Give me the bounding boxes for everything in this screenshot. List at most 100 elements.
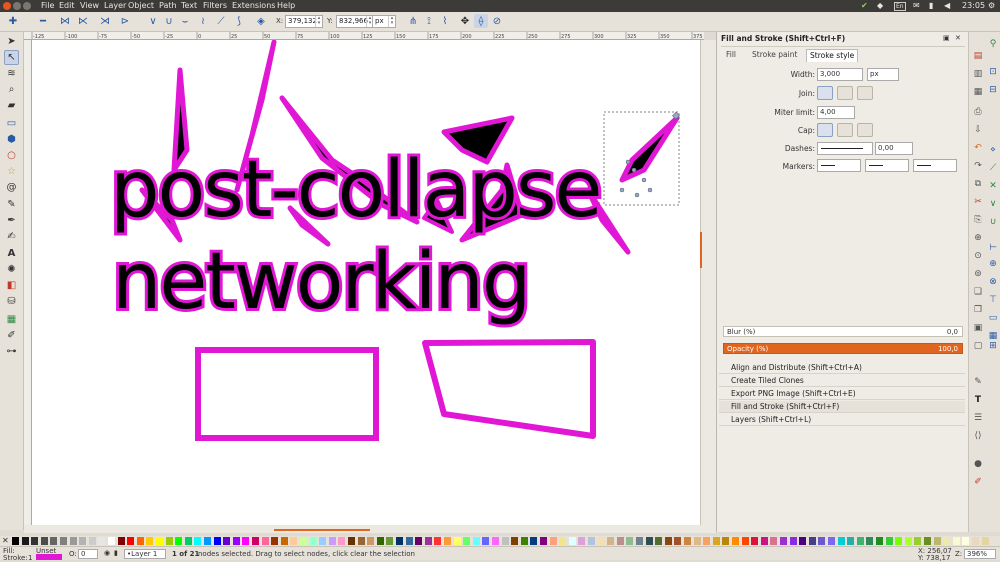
paste-icon[interactable]: ⎘	[972, 214, 984, 226]
snap-smooth-icon[interactable]: ∪	[987, 216, 999, 228]
color-swatch[interactable]	[703, 537, 711, 545]
color-swatch[interactable]	[319, 537, 327, 545]
color-swatch[interactable]	[981, 537, 989, 545]
color-swatch[interactable]	[492, 537, 499, 545]
color-swatch[interactable]	[732, 537, 739, 545]
color-swatch[interactable]	[511, 537, 519, 545]
color-swatch[interactable]	[290, 537, 298, 545]
connector-tool-icon[interactable]: ⊶	[4, 344, 19, 359]
horizontal-scrollbar[interactable]	[24, 525, 716, 533]
segment-line-icon[interactable]: ⟋	[214, 14, 228, 28]
color-swatch[interactable]	[69, 537, 77, 545]
color-swatch[interactable]	[664, 537, 672, 545]
color-swatch[interactable]	[789, 537, 797, 545]
color-swatch[interactable]	[799, 537, 807, 545]
section-fill-stroke[interactable]: Fill and Stroke (Shift+Ctrl+F)	[719, 401, 965, 413]
snap-centers-icon[interactable]: ⊕	[987, 258, 999, 270]
opacity-spinbox[interactable]: 0	[78, 549, 98, 559]
insert-node-icon[interactable]: ✚	[6, 14, 20, 28]
clone-icon[interactable]: ❐	[972, 304, 984, 316]
zoom-page-icon[interactable]: ⊚	[972, 268, 984, 280]
battery-icon[interactable]: ▮	[929, 1, 933, 10]
mail-icon[interactable]: ✉	[913, 1, 920, 10]
next-path-effect-icon[interactable]: ⊘	[490, 14, 504, 28]
ungroup-icon[interactable]: ▢	[972, 340, 984, 352]
color-swatch[interactable]	[904, 537, 912, 545]
dropdown-arrow-icon[interactable]: ▴ ▾	[388, 16, 395, 27]
color-swatch[interactable]	[405, 537, 413, 545]
spin-arrows-icon[interactable]: ▴ ▾	[315, 16, 322, 27]
no-paint-icon[interactable]: ✕	[2, 536, 9, 545]
snap-text-baseline-icon[interactable]: ⊤	[987, 294, 999, 306]
print-icon[interactable]: ⎙	[972, 106, 984, 118]
section-layers[interactable]: Layers (Shift+Ctrl+L)	[719, 414, 965, 426]
clock[interactable]: 23:05	[962, 1, 985, 10]
dropper-tool-icon[interactable]: ✐	[4, 328, 19, 343]
snap-bbox-edge-icon[interactable]: ⊟	[987, 84, 999, 96]
color-swatch[interactable]	[885, 537, 893, 545]
color-swatch[interactable]	[108, 537, 115, 545]
color-swatch[interactable]	[655, 537, 663, 545]
scrollbar-thumb[interactable]	[274, 529, 370, 531]
color-swatch[interactable]	[472, 537, 480, 545]
preferences-icon[interactable]: ●	[972, 458, 984, 470]
menu-path[interactable]: Path	[159, 1, 177, 10]
text-tool-icon[interactable]: A	[4, 246, 19, 261]
dock-close-icon[interactable]: ✕	[955, 34, 961, 42]
color-swatch[interactable]	[146, 537, 154, 545]
group-icon[interactable]: ▣	[972, 322, 984, 334]
color-swatch[interactable]	[463, 537, 471, 545]
node-tool-icon[interactable]: ↖	[4, 50, 19, 65]
color-swatch[interactable]	[300, 537, 307, 545]
color-swatch[interactable]	[837, 537, 845, 545]
close-window-button[interactable]	[3, 2, 11, 10]
paint-bucket-tool-icon[interactable]: ⛁	[4, 294, 19, 309]
dropbox-icon[interactable]: ◆	[877, 1, 883, 10]
color-swatch[interactable]	[98, 537, 106, 545]
color-swatch[interactable]	[223, 537, 231, 545]
copy-icon[interactable]: ⧉	[972, 178, 984, 190]
color-swatch[interactable]	[712, 537, 720, 545]
color-swatch[interactable]	[261, 537, 269, 545]
menu-view[interactable]: View	[80, 1, 99, 10]
color-swatch[interactable]	[31, 537, 39, 545]
rectangle-shape[interactable]	[195, 347, 379, 441]
delete-segment-icon[interactable]: ⊳	[118, 14, 132, 28]
snap-midpoints-icon[interactable]: ⊢	[987, 242, 999, 254]
end-marker-select[interactable]	[913, 159, 957, 172]
tab-fill[interactable]: Fill	[723, 49, 739, 62]
edit-clip-icon[interactable]: ✥	[458, 14, 472, 28]
tab-stroke-paint[interactable]: Stroke paint	[749, 49, 800, 62]
drawing-canvas[interactable]: post-collapse networking	[32, 40, 700, 525]
vertical-ruler[interactable]	[24, 40, 32, 525]
color-swatch[interactable]	[348, 537, 355, 545]
color-swatch[interactable]	[252, 537, 259, 545]
show-path-outline-icon[interactable]: ⟠	[474, 14, 488, 28]
layers-icon[interactable]: ☰	[972, 412, 984, 424]
section-align-distribute[interactable]: Align and Distribute (Shift+Ctrl+A)	[719, 362, 965, 374]
save-icon[interactable]: ▦	[972, 86, 984, 98]
start-marker-select[interactable]	[817, 159, 861, 172]
color-swatch[interactable]	[165, 537, 173, 545]
join-nodes-icon[interactable]: ⋈	[58, 14, 72, 28]
color-swatch[interactable]	[693, 537, 701, 545]
color-swatch[interactable]	[357, 537, 365, 545]
round-cap-button[interactable]	[837, 123, 853, 137]
menu-filters[interactable]: Filters	[203, 1, 227, 10]
settings-gear-icon[interactable]: ⚙	[988, 1, 995, 10]
color-swatch[interactable]	[818, 537, 826, 545]
color-swatch[interactable]	[40, 537, 48, 545]
segment-curve-icon[interactable]: ⟆	[232, 14, 246, 28]
snap-rotation-center-icon[interactable]: ⊗	[987, 276, 999, 288]
color-swatch[interactable]	[847, 537, 855, 545]
canvas-text-line2[interactable]: networking	[109, 234, 534, 330]
dashes-select[interactable]	[817, 142, 873, 155]
text-font-icon[interactable]: T	[972, 394, 984, 406]
color-swatch[interactable]	[376, 537, 384, 545]
blur-slider[interactable]: Blur (%) 0,0	[723, 326, 963, 337]
color-swatch[interactable]	[12, 537, 19, 545]
color-swatch[interactable]	[914, 537, 922, 545]
fill-stroke-icon[interactable]: ✎	[972, 376, 984, 388]
tab-stroke-style[interactable]: Stroke style	[806, 49, 859, 62]
zoom-drawing-icon[interactable]: ⊙	[972, 250, 984, 262]
